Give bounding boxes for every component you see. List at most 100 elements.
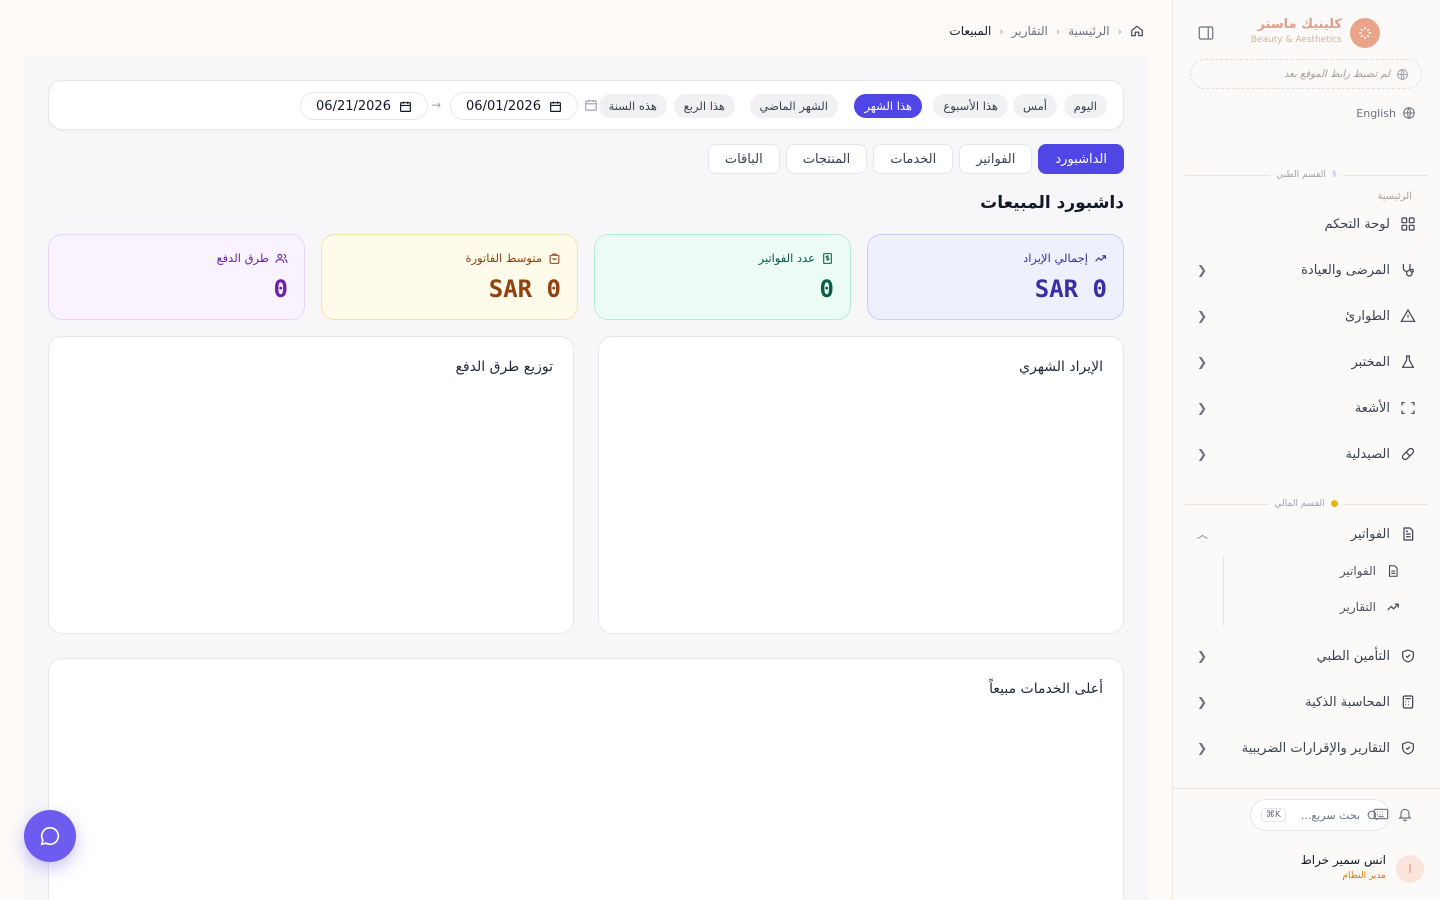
- breadcrumb: ‹ الرئيسية ‹ التقارير ‹ المبيعات: [949, 24, 1144, 38]
- search-placeholder: بحث سريع...: [1300, 808, 1360, 822]
- site-link-text: لم تضبط رابط الموقع بعد: [1284, 68, 1390, 80]
- sidebar-item-patients[interactable]: المرضى والعيادة ❮: [1189, 252, 1424, 288]
- breadcrumb-reports[interactable]: التقارير: [1012, 24, 1048, 38]
- sidebar-item-pharmacy[interactable]: الصيدلية ❮: [1189, 436, 1424, 472]
- tab-dashboard[interactable]: الداشبورد: [1038, 144, 1124, 174]
- filter-divider: [606, 97, 607, 115]
- kpi-label: طرق الدفع: [216, 251, 269, 265]
- sidebar-item-radiology[interactable]: الأشعة ❮: [1189, 390, 1424, 426]
- sidebar-item-tax-reports[interactable]: التقارير والإقرارات الضريبية ❮: [1189, 730, 1424, 766]
- sidebar-toggle-icon[interactable]: [1197, 24, 1215, 42]
- grid-icon: [1400, 216, 1416, 232]
- sidebar-subitem-label: الفواتير: [1339, 564, 1376, 578]
- sidebar-item-label: الفواتير: [1350, 526, 1390, 542]
- brand-subtitle: Beauty & Aesthetics: [1250, 35, 1342, 45]
- kpi-label-row: طرق الدفع: [65, 251, 288, 265]
- shield-check-icon: [1400, 648, 1416, 664]
- kpi-value: 0: [819, 275, 834, 303]
- bell-icon[interactable]: [1395, 806, 1413, 824]
- payment-methods-card: توزيع طرق الدفع: [48, 336, 574, 634]
- sidebar-item-lab[interactable]: المختبر ❮: [1189, 344, 1424, 380]
- date-from-input[interactable]: 06/01/2026: [450, 92, 578, 120]
- filter-today[interactable]: اليوم: [1063, 94, 1107, 118]
- tab-packages[interactable]: الباقات: [707, 144, 780, 174]
- chevron-left-icon: ‹: [999, 24, 1004, 38]
- tab-services[interactable]: الخدمات: [873, 144, 954, 174]
- chevron-left-icon: ❮: [1197, 741, 1208, 755]
- calendar-icon: [399, 100, 412, 113]
- sidebar-subitem-label: التقارير: [1339, 600, 1376, 614]
- kpi-value: 0: [273, 275, 288, 303]
- chevron-left-icon: ❮: [1197, 309, 1208, 323]
- shield-check-icon: [1400, 740, 1416, 756]
- breadcrumb-home[interactable]: الرئيسية: [1068, 24, 1109, 38]
- sidebar-item-emergency[interactable]: الطوارئ ❮: [1189, 298, 1424, 334]
- card-title: توزيع طرق الدفع: [455, 359, 553, 375]
- sidebar-item-label: لوحة التحكم: [1324, 216, 1390, 232]
- kpi-value: SAR 0: [1034, 275, 1107, 303]
- tab-products[interactable]: المنتجات: [785, 144, 868, 174]
- sidebar-item-label: الصيدلية: [1345, 446, 1390, 462]
- keyboard-icon[interactable]: [1371, 807, 1389, 823]
- sidebar-item-invoices[interactable]: الفواتير ︿: [1189, 516, 1424, 552]
- site-link-notice[interactable]: لم تضبط رابط الموقع بعد: [1190, 59, 1422, 89]
- kpi-total-revenue: إجمالي الإيراد SAR 0: [867, 234, 1124, 320]
- quick-search-input[interactable]: بحث سريع... ⌘K: [1250, 799, 1390, 831]
- users-icon: [275, 252, 288, 265]
- date-from-value: 06/01/2026: [466, 98, 541, 114]
- kpi-payment-methods: طرق الدفع 0: [48, 234, 305, 320]
- monthly-revenue-card: الإيراد الشهري: [598, 336, 1124, 634]
- chevron-left-icon: ❮: [1197, 401, 1208, 415]
- chevron-left-icon: ❮: [1197, 263, 1208, 277]
- tab-invoices[interactable]: الفواتير: [959, 144, 1033, 174]
- breadcrumb-current: المبيعات: [949, 24, 992, 38]
- date-to-input[interactable]: 06/21/2026: [300, 92, 428, 120]
- filter-this-month[interactable]: هذا الشهر: [854, 94, 922, 118]
- brand-logo[interactable]: [1350, 18, 1380, 48]
- receipt-icon: [821, 252, 834, 265]
- kpi-label: إجمالي الإيراد: [1023, 251, 1088, 265]
- language-label: English: [1356, 106, 1396, 120]
- section-title-finance: ● القسم المالي: [1185, 499, 1428, 509]
- sidebar-item-label: المحاسبة الذكية: [1305, 694, 1390, 710]
- chevron-left-icon: ❮: [1197, 355, 1208, 369]
- pill-icon: [1400, 446, 1416, 462]
- sidebar-item-accounting[interactable]: المحاسبة الذكية ❮: [1189, 684, 1424, 720]
- sparkle-icon: [1359, 27, 1371, 39]
- filter-this-week[interactable]: هذا الأسبوع: [933, 94, 1008, 118]
- sidebar-subitem-reports[interactable]: التقارير: [1213, 592, 1408, 622]
- page-title: داشبورد المبيعات: [980, 193, 1124, 213]
- user-role: مدير النظام: [1342, 871, 1386, 881]
- chat-icon: [40, 826, 60, 846]
- calendar-icon: [549, 100, 562, 113]
- section-label: القسم الطبي: [1276, 170, 1326, 180]
- card-title: الإيراد الشهري: [1019, 359, 1103, 375]
- section-label: القسم المالي: [1274, 499, 1325, 509]
- kpi-value: SAR 0: [488, 275, 561, 303]
- sidebar-subitem-invoices[interactable]: الفواتير: [1213, 556, 1408, 586]
- chevron-left-icon: ‹: [1055, 24, 1061, 38]
- kpi-label: متوسط الفاتورة: [465, 251, 542, 265]
- sidebar-item-dashboard[interactable]: لوحة التحكم: [1189, 206, 1424, 242]
- filter-this-quarter[interactable]: هذا الربع: [673, 94, 735, 118]
- brand-name: كلينيك ماستر: [1257, 17, 1342, 32]
- top-services-card: أعلى الخدمات مبيعاً: [48, 658, 1124, 900]
- sidebar-item-insurance[interactable]: التأمين الطبي ❮: [1189, 638, 1424, 674]
- avatar[interactable]: ا: [1396, 855, 1424, 883]
- user-name: انس سمير خراط: [1300, 853, 1386, 867]
- filter-this-year[interactable]: هذه السنة: [598, 94, 667, 118]
- scan-icon: [1400, 400, 1416, 416]
- stethoscope-icon: [1400, 262, 1416, 278]
- filter-yesterday[interactable]: أمس: [1012, 94, 1057, 118]
- warning-icon: [1400, 308, 1416, 324]
- section-sub-main: الرئيسية: [1377, 191, 1412, 202]
- globe-icon: [1402, 106, 1416, 120]
- language-switch[interactable]: English: [1356, 106, 1416, 120]
- home-icon[interactable]: [1130, 24, 1144, 38]
- filter-last-month[interactable]: الشهر الماضي: [749, 94, 838, 118]
- bag-icon: [548, 252, 561, 265]
- chat-button[interactable]: [24, 810, 76, 862]
- document-icon: [1400, 526, 1416, 542]
- sidebar: كلينيك ماستر Beauty & Aesthetics لم تضبط…: [1172, 0, 1440, 900]
- medical-icon: ⚕: [1331, 170, 1337, 180]
